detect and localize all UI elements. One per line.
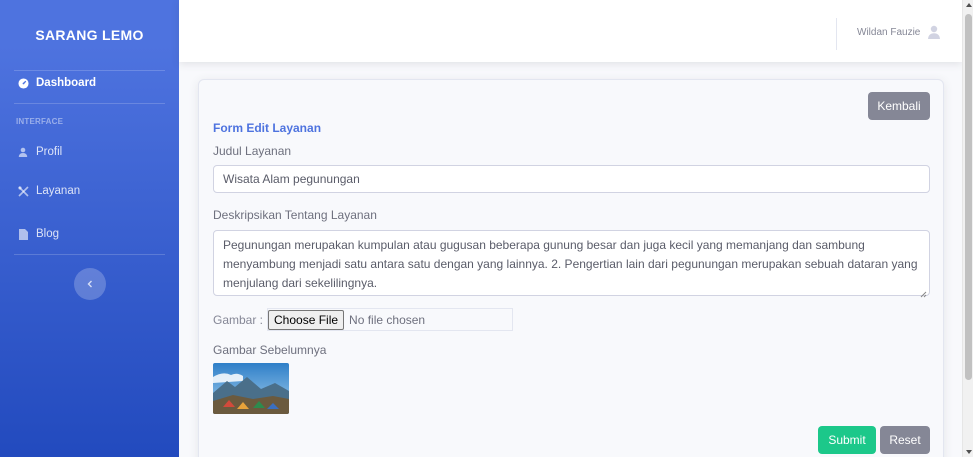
file-icon (16, 227, 30, 241)
topbar-divider (836, 18, 837, 50)
back-button[interactable]: Kembali (868, 92, 930, 120)
deskripsi-text: Pegunungan merupakan kumpulan atau gugus… (223, 238, 918, 290)
page-scrollbar[interactable] (962, 0, 973, 457)
sidebar-item-label: Layanan (36, 185, 81, 197)
scroll-down-icon[interactable] (966, 450, 972, 454)
deskripsi-textarea[interactable]: Pegunungan merupakan kumpulan atau gugus… (213, 230, 930, 298)
sidebar-item-blog[interactable]: Blog (0, 226, 75, 242)
scroll-up-icon[interactable] (966, 3, 972, 7)
sidebar-toggle-button[interactable] (74, 268, 106, 300)
file-upload-row: Gambar : Choose File No file chosen (213, 308, 514, 331)
sidebar-item-profil[interactable]: Profil (0, 144, 78, 160)
choose-file-button[interactable]: Choose File (268, 309, 345, 330)
resize-handle-icon[interactable] (919, 285, 927, 298)
chevron-left-icon (86, 275, 94, 293)
submit-button[interactable]: Submit (818, 426, 876, 454)
reset-button[interactable]: Reset (880, 426, 930, 454)
sidebar-item-label: Dashboard (36, 77, 97, 89)
scroll-thumb[interactable] (965, 14, 972, 380)
sidebar-item-label: Profil (36, 146, 63, 158)
sidebar-heading: INTERFACE (16, 117, 64, 126)
previous-image-thumbnail (213, 363, 289, 414)
tools-icon (16, 184, 30, 198)
sidebar-divider (14, 103, 165, 104)
judul-label: Judul Layanan (213, 144, 292, 158)
topbar: Wildan Fauzie (179, 0, 962, 62)
sidebar-item-label: Blog (36, 228, 60, 240)
tachometer-icon (16, 76, 30, 90)
file-input[interactable]: Choose File No file chosen (267, 308, 514, 331)
file-status: No file chosen (349, 312, 426, 327)
gambar-label: Gambar : (213, 312, 264, 327)
user-icon (16, 145, 30, 159)
edit-layanan-card: Kembali Form Edit Layanan Judul Layanan … (198, 79, 944, 457)
form-title: Form Edit Layanan (213, 121, 322, 135)
sidebar-item-layanan[interactable]: Layanan (0, 183, 96, 199)
user-avatar-icon[interactable] (927, 25, 941, 39)
previous-image-label: Gambar Sebelumnya (213, 343, 327, 357)
judul-input[interactable]: Wisata Alam pegunungan (213, 165, 930, 193)
user-name[interactable]: Wildan Fauzie (857, 27, 920, 38)
sidebar-brand[interactable]: SARANG LEMO (0, 0, 179, 70)
sidebar-divider (14, 254, 165, 255)
deskripsi-label: Deskripsikan Tentang Layanan (213, 208, 377, 222)
sidebar-item-dashboard[interactable]: Dashboard (0, 70, 112, 96)
sidebar: SARANG LEMO Dashboard INTERFACE Profil L… (0, 0, 179, 457)
